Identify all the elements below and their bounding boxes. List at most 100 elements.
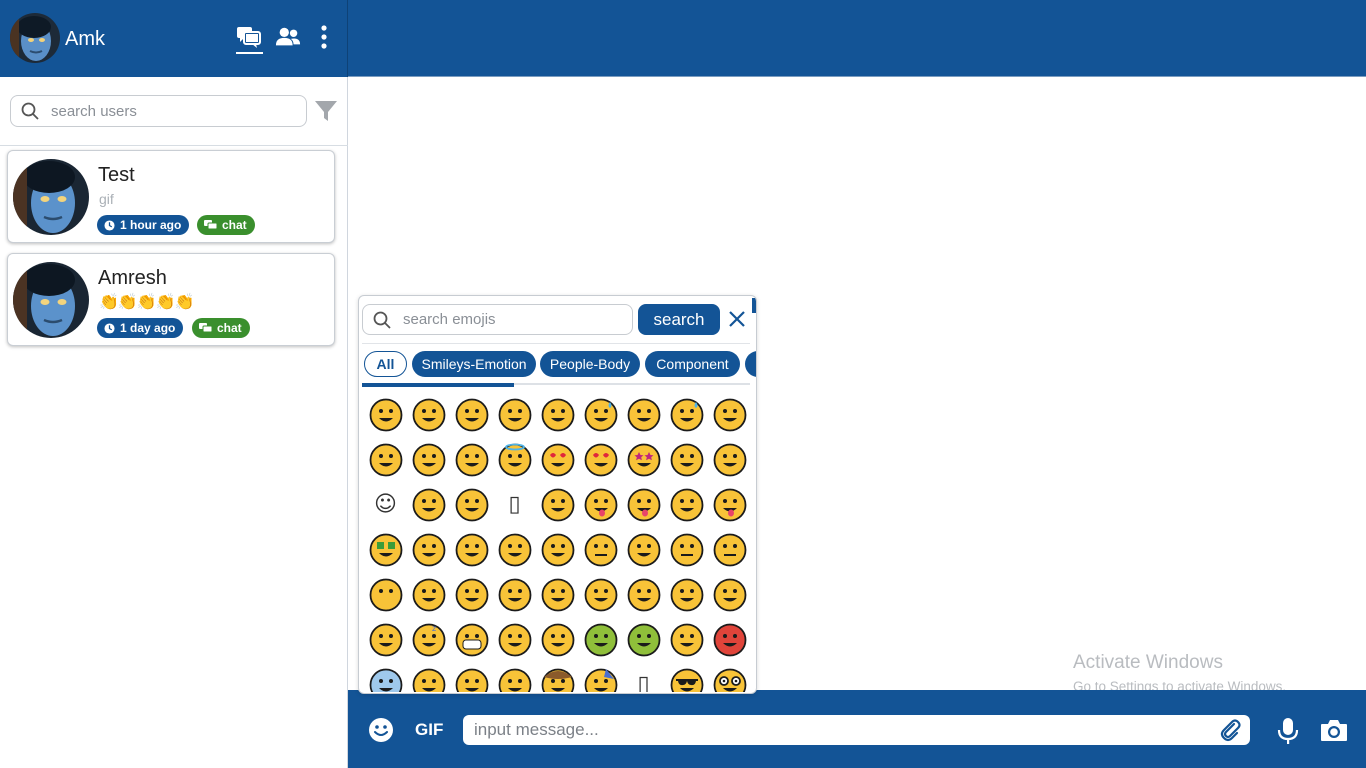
message-input[interactable] (474, 720, 1214, 740)
kissing-face-smiling-eyes-icon[interactable] (450, 482, 493, 527)
rolling-on-floor-laughing-icon[interactable] (622, 392, 665, 437)
microphone-icon[interactable] (1277, 717, 1299, 745)
slightly-smiling-face-icon[interactable] (708, 392, 751, 437)
category-tab-smileys-emotion[interactable]: Smileys-Emotion (412, 351, 536, 377)
emoji-glyph[interactable]: ▯ (622, 662, 665, 692)
last-message: 👏👏👏👏👏 (99, 294, 195, 311)
kissing-face-closed-eyes-icon[interactable] (407, 482, 450, 527)
chat-list-item[interactable]: Amresh 👏👏👏👏👏 1 day ago chat (7, 253, 335, 346)
heart-eyes-icon[interactable] (579, 437, 622, 482)
winking-face-icon[interactable] (407, 437, 450, 482)
expressionless-face-icon[interactable] (708, 527, 751, 572)
hot-face-icon[interactable] (708, 617, 751, 662)
picker-scrollbar[interactable] (752, 298, 756, 313)
smiling-face-hearts-icon[interactable] (536, 437, 579, 482)
smiling-face-smiling-eyes-icon[interactable] (450, 437, 493, 482)
hugging-face-icon[interactable] (407, 527, 450, 572)
relieved-face-icon[interactable] (622, 572, 665, 617)
medical-mask-icon[interactable] (450, 617, 493, 662)
category-tab-component[interactable]: Component (645, 351, 740, 377)
face-savoring-food-icon[interactable] (536, 482, 579, 527)
star-struck-icon[interactable] (622, 437, 665, 482)
picker-divider (362, 343, 750, 344)
cowboy-hat-face-icon[interactable] (536, 662, 579, 692)
gif-button[interactable]: GIF (415, 720, 443, 740)
close-icon[interactable] (728, 310, 746, 328)
grinning-face-smiling-eyes-icon[interactable] (450, 392, 493, 437)
time-badge: 1 hour ago (97, 215, 190, 235)
emoji-search-button[interactable]: search (638, 304, 720, 335)
exploding-head-icon[interactable] (493, 662, 536, 692)
chats-icon[interactable] (236, 24, 262, 50)
camera-icon[interactable] (1320, 718, 1348, 742)
chats-tab-indicator (236, 52, 263, 54)
raised-eyebrow-icon[interactable] (622, 527, 665, 572)
emoji-row (364, 527, 752, 572)
face-blowing-kiss-icon[interactable] (665, 437, 708, 482)
unamused-face-icon[interactable] (450, 572, 493, 617)
chat-bubbles-icon (204, 219, 217, 229)
face-tears-of-joy-icon[interactable] (665, 392, 708, 437)
drooling-face-icon[interactable] (364, 617, 407, 662)
face-with-tongue-icon[interactable] (579, 482, 622, 527)
lying-face-icon[interactable] (579, 572, 622, 617)
chat-list-item[interactable]: Test gif 1 hour ago chat (7, 150, 335, 243)
more-options-icon[interactable] (311, 24, 337, 50)
kissing-face-icon[interactable] (708, 437, 751, 482)
emoji-toggle-icon[interactable] (368, 717, 394, 743)
shushing-face-icon[interactable] (493, 527, 536, 572)
filter-icon[interactable] (314, 99, 338, 123)
partying-face-icon[interactable] (579, 662, 622, 692)
winking-face-tongue-icon[interactable] (622, 482, 665, 527)
zany-face-icon[interactable] (665, 482, 708, 527)
emoji-search-input[interactable] (403, 311, 618, 328)
grinning-face-big-eyes-icon[interactable] (407, 392, 450, 437)
thinking-face-icon[interactable] (536, 527, 579, 572)
nauseated-face-icon[interactable] (579, 617, 622, 662)
grinning-face-icon[interactable] (364, 392, 407, 437)
chat-badge[interactable]: chat (197, 215, 255, 235)
sneezing-face-icon[interactable] (665, 617, 708, 662)
category-tab-people-body[interactable]: People-Body (540, 351, 640, 377)
current-user-avatar[interactable] (10, 13, 60, 63)
users-icon[interactable] (275, 24, 301, 50)
emoji-glyph[interactable]: ☺ (364, 482, 407, 527)
emoji-glyph[interactable]: ▯ (493, 482, 536, 527)
face-rolling-eyes-icon[interactable] (493, 572, 536, 617)
cold-face-icon[interactable] (364, 662, 407, 692)
category-indicator (362, 383, 514, 387)
chat-badge[interactable]: chat (192, 318, 250, 338)
upside-down-face-icon[interactable] (364, 437, 407, 482)
nerd-face-icon[interactable] (708, 662, 751, 692)
sleeping-face-icon[interactable]: z (407, 617, 450, 662)
pensive-face-icon[interactable] (665, 572, 708, 617)
time-badge-label: 1 hour ago (120, 218, 182, 232)
beaming-face-icon[interactable] (493, 392, 536, 437)
money-mouth-face-icon[interactable] (364, 527, 407, 572)
head-bandage-icon[interactable] (536, 617, 579, 662)
category-tab-all[interactable]: All (364, 351, 407, 377)
squinting-face-tongue-icon[interactable] (708, 482, 751, 527)
smirking-face-icon[interactable] (407, 572, 450, 617)
paperclip-icon[interactable] (1218, 718, 1242, 742)
user-search-input[interactable] (51, 102, 281, 120)
zipper-mouth-face-icon[interactable] (579, 527, 622, 572)
woozy-face-icon[interactable] (407, 662, 450, 692)
grimacing-face-icon[interactable] (536, 572, 579, 617)
last-message: gif (99, 191, 114, 207)
face-thermometer-icon[interactable] (493, 617, 536, 662)
vomiting-face-icon[interactable] (622, 617, 665, 662)
user-search-box (10, 95, 307, 127)
sleepy-face-icon[interactable] (708, 572, 751, 617)
hand-over-mouth-icon[interactable] (450, 527, 493, 572)
grinning-face-sweat-icon[interactable] (579, 392, 622, 437)
category-tab-more[interactable] (745, 351, 756, 377)
dizzy-face-icon[interactable] (450, 662, 493, 692)
smiling-sunglasses-icon[interactable] (665, 662, 708, 692)
grinning-squinting-face-icon[interactable] (536, 392, 579, 437)
smiling-face-halo-icon[interactable] (493, 437, 536, 482)
svg-text:z: z (432, 624, 436, 633)
face-without-mouth-icon[interactable] (364, 572, 407, 617)
neutral-face-icon[interactable] (665, 527, 708, 572)
avatar (13, 262, 89, 338)
